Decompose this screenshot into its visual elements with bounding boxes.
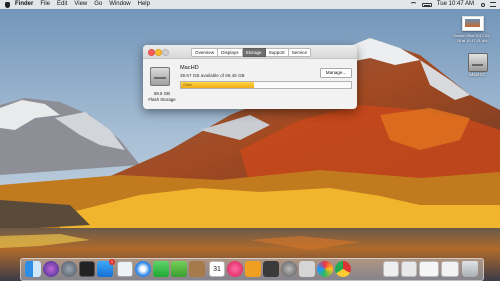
books-icon[interactable]	[245, 261, 261, 277]
menu-view[interactable]: View	[74, 0, 87, 9]
desktop-wallpaper	[0, 0, 500, 281]
notification-center-icon[interactable]	[490, 2, 496, 7]
manage-button[interactable]: Manage...	[320, 68, 352, 78]
finder-icon[interactable]	[25, 261, 41, 277]
hard-drive-desktop-label: MacHD	[469, 72, 485, 77]
menu-help[interactable]: Help	[138, 0, 150, 9]
chrome-icon[interactable]	[335, 261, 351, 277]
battery-icon[interactable]	[421, 2, 432, 7]
menu-edit[interactable]: Edit	[57, 0, 67, 9]
wifi-icon[interactable]	[409, 2, 417, 7]
calendar-icon[interactable]: 31	[209, 261, 225, 277]
menu-clock[interactable]: Tue 10:47 AM	[437, 0, 474, 9]
tab-support[interactable]: Support	[265, 48, 289, 57]
hard-drive-desktop-icon[interactable]	[468, 53, 488, 72]
dock: 1 31	[20, 258, 484, 281]
drive-type-label: Flash Storage	[148, 97, 176, 102]
storage-usage-bar: Other	[180, 81, 352, 89]
trash-icon[interactable]	[462, 261, 478, 277]
document-stack-icon[interactable]	[401, 261, 417, 277]
drive-size-label: 69.5 GB	[153, 91, 171, 96]
music-icon[interactable]	[227, 261, 243, 277]
window-titlebar[interactable]: Overview Displays Storage Support Servic…	[143, 45, 357, 59]
photos-icon[interactable]	[317, 261, 333, 277]
zoom-button[interactable]	[162, 49, 169, 56]
tab-overview[interactable]: Overview	[191, 48, 219, 57]
tab-storage[interactable]: Storage	[242, 48, 266, 57]
screenshot-file-label: Screen Shot 2017-09-26 at 10.47.01 AM	[453, 34, 491, 43]
menu-window[interactable]: Window	[109, 0, 130, 9]
siri-icon[interactable]	[43, 261, 59, 277]
app-store-icon[interactable]: 1	[97, 259, 115, 277]
apple-menu-icon[interactable]	[5, 1, 10, 8]
document-icon[interactable]	[383, 261, 399, 277]
menu-go[interactable]: Go	[94, 0, 102, 9]
photo-booth-icon[interactable]	[263, 261, 279, 277]
contacts-icon[interactable]	[189, 261, 205, 277]
volume-available: 39.57 GB available of 69.46 GB	[180, 73, 245, 78]
screenshot-stack-icon[interactable]	[419, 261, 439, 277]
app-store-badge: 1	[109, 259, 115, 265]
launchpad-icon[interactable]	[61, 261, 77, 277]
storage-usage-label: Other	[183, 83, 192, 87]
minimize-button[interactable]	[155, 49, 162, 56]
hard-drive-icon	[150, 67, 170, 86]
volume-name: MacHD	[180, 65, 199, 71]
facetime-icon[interactable]	[171, 261, 187, 277]
menu-app-finder[interactable]: Finder	[15, 0, 33, 9]
tab-displays[interactable]: Displays	[218, 48, 243, 57]
menu-file[interactable]: File	[40, 0, 50, 9]
messages-icon[interactable]	[153, 261, 169, 277]
system-preferences-icon[interactable]	[281, 261, 297, 277]
utilities-icon[interactable]	[299, 261, 315, 277]
safari-icon[interactable]	[135, 261, 151, 277]
spotlight-search-icon[interactable]	[481, 2, 485, 7]
mission-control-icon[interactable]	[79, 261, 95, 277]
downloads-stack-icon[interactable]	[441, 261, 459, 277]
segmented-tabs: Overview Displays Storage Support Servic…	[191, 48, 312, 57]
screenshot-file-icon[interactable]	[462, 16, 484, 31]
preview-icon[interactable]	[117, 261, 133, 277]
menu-bar: Finder File Edit View Go Window Help Tue…	[0, 0, 500, 9]
tab-service[interactable]: Service	[288, 48, 312, 57]
close-button[interactable]	[148, 49, 155, 56]
